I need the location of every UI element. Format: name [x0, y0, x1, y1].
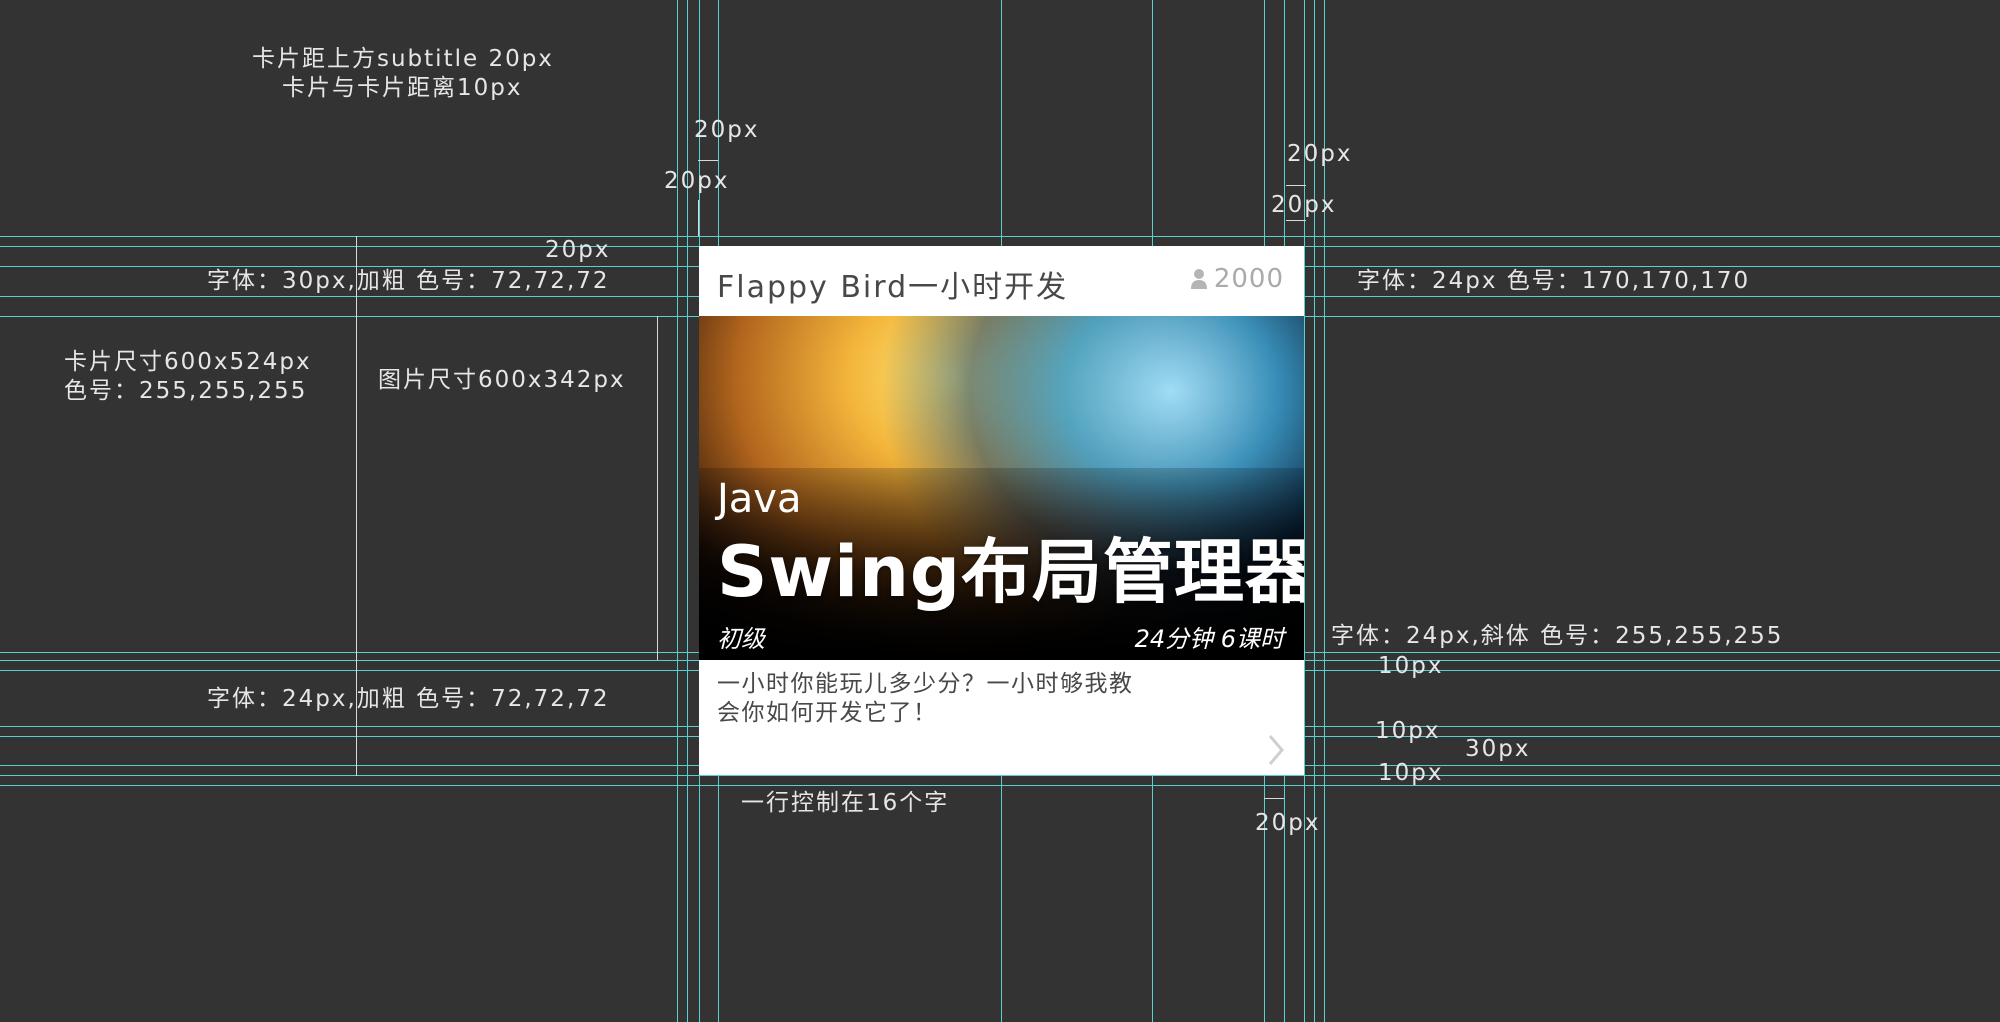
dimension-bracket	[698, 200, 699, 236]
spacing-label: 20px	[664, 168, 730, 194]
guide-line-h	[0, 236, 2000, 237]
title-font-note: 字体：30px,加粗 色号：72,72,72	[207, 268, 610, 294]
guide-line-v	[677, 0, 678, 1022]
dimension-bracket	[657, 316, 658, 660]
user-icon	[1190, 269, 1207, 289]
spacing-label: 20px	[545, 237, 611, 263]
card-size-note: 卡片尺寸600x524px	[64, 349, 312, 375]
spacing-label: 20px	[1271, 192, 1337, 218]
spacing-label: 10px	[1375, 718, 1441, 744]
dimension-bracket	[1264, 798, 1284, 799]
chevron-right-icon[interactable]	[1266, 732, 1286, 774]
course-meta: 24分钟 6课时	[1134, 625, 1284, 653]
course-image[interactable]: Java Swing布局管理器 初级 24分钟 6课时	[699, 316, 1304, 660]
overlay-font-note: 字体：24px,斜体 色号：255,255,255	[1331, 623, 1784, 649]
dimension-bracket	[1286, 185, 1306, 186]
dimension-bracket	[1286, 220, 1306, 221]
card-color-note: 色号：255,255,255	[64, 378, 308, 404]
spacing-note-1: 卡片距上方subtitle 20px	[252, 46, 554, 72]
spacing-label: 10px	[1378, 653, 1444, 679]
guide-line-h	[0, 785, 2000, 786]
line-limit-note: 一行控制在16个字	[741, 790, 950, 816]
spacing-label: 20px	[694, 117, 760, 143]
learner-count-value: 2000	[1213, 264, 1284, 294]
spacing-label: 20px	[1287, 141, 1353, 167]
spacing-note-2: 卡片与卡片距离10px	[282, 75, 523, 101]
count-font-note: 字体：24px 色号：170,170,170	[1357, 268, 1751, 294]
course-description: 一小时你能玩儿多少分？一小时够我教会你如何开发它了！	[717, 671, 1134, 726]
spacing-label: 30px	[1465, 736, 1531, 762]
dimension-bracket	[698, 160, 718, 161]
card-body[interactable]: 一小时你能玩儿多少分？一小时够我教会你如何开发它了！	[699, 660, 1304, 775]
image-size-note: 图片尺寸600x342px	[378, 367, 626, 393]
spacing-label: 10px	[1378, 760, 1444, 786]
desc-font-note: 字体：24px,加粗 色号：72,72,72	[207, 686, 610, 712]
spacing-label: 20px	[1255, 810, 1321, 836]
card-title: Flappy Bird一小时开发	[717, 270, 1069, 305]
learner-count: 2000	[1190, 264, 1284, 294]
course-level: 初级	[717, 625, 765, 653]
guide-line-v	[687, 0, 688, 1022]
guide-line-h	[0, 775, 2000, 776]
image-swing-text: Swing布局管理器	[717, 531, 1304, 613]
card-header[interactable]: Flappy Bird一小时开发 2000	[699, 246, 1304, 316]
